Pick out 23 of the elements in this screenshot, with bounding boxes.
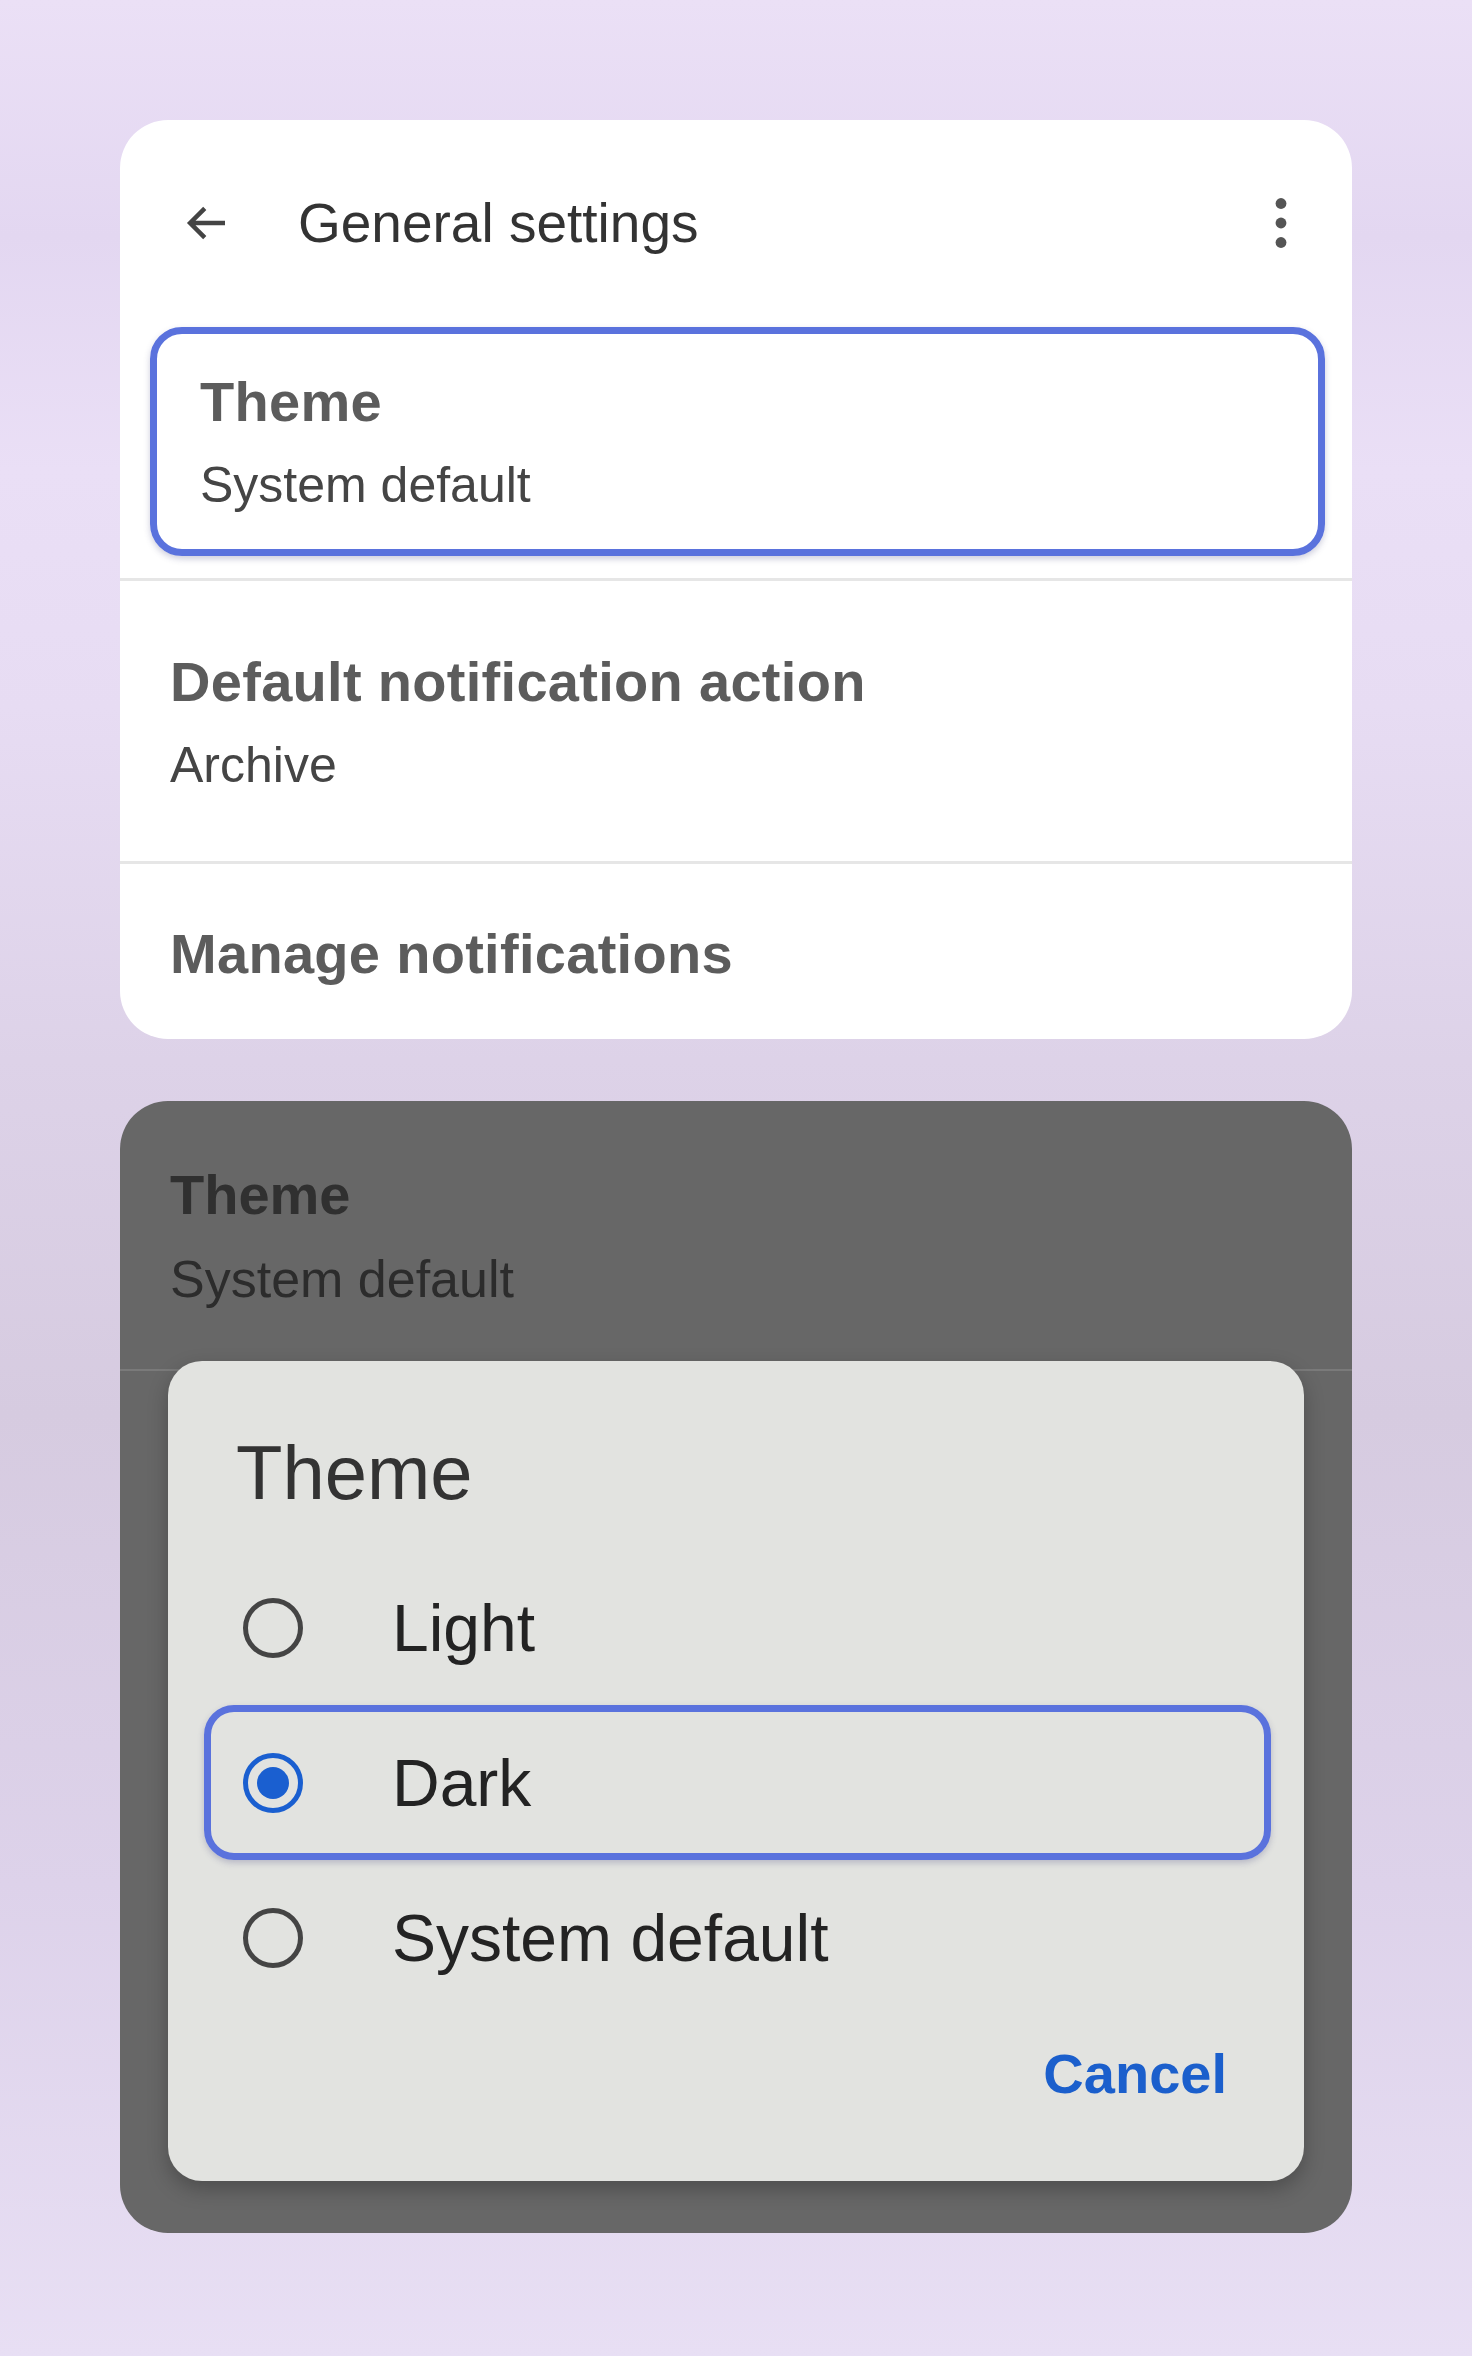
dialog-title: Theme <box>235 1429 474 1517</box>
radio-button[interactable] <box>243 1752 303 1813</box>
option-label: System default <box>392 1899 829 1976</box>
more-options-icon[interactable] <box>1274 197 1288 249</box>
radio-button[interactable] <box>243 1597 303 1658</box>
setting-item[interactable]: Default notification action Archive <box>120 581 1352 861</box>
option-label: Dark <box>392 1744 532 1821</box>
setting-value: System default <box>170 1248 515 1309</box>
setting-value: Archive <box>170 735 338 794</box>
theme-option[interactable]: Dark <box>204 1705 1271 1860</box>
setting-title: Manage notifications <box>170 920 734 986</box>
theme-option[interactable]: System default <box>204 1860 1271 2015</box>
screen-title: General settings <box>298 191 700 255</box>
setting-title: Theme <box>170 1161 352 1227</box>
setting-item[interactable]: Manage notifications <box>120 864 1352 1042</box>
theme-option[interactable]: Light <box>204 1550 1271 1705</box>
setting-title: Theme <box>200 369 383 434</box>
setting-title: Default notification action <box>170 648 867 714</box>
setting-value: System default <box>200 456 532 514</box>
cancel-button[interactable]: Cancel <box>1043 2041 1227 2106</box>
radio-button[interactable] <box>243 1907 303 1968</box>
setting-item[interactable]: Theme System default <box>150 327 1325 556</box>
option-label: Light <box>392 1589 536 1666</box>
